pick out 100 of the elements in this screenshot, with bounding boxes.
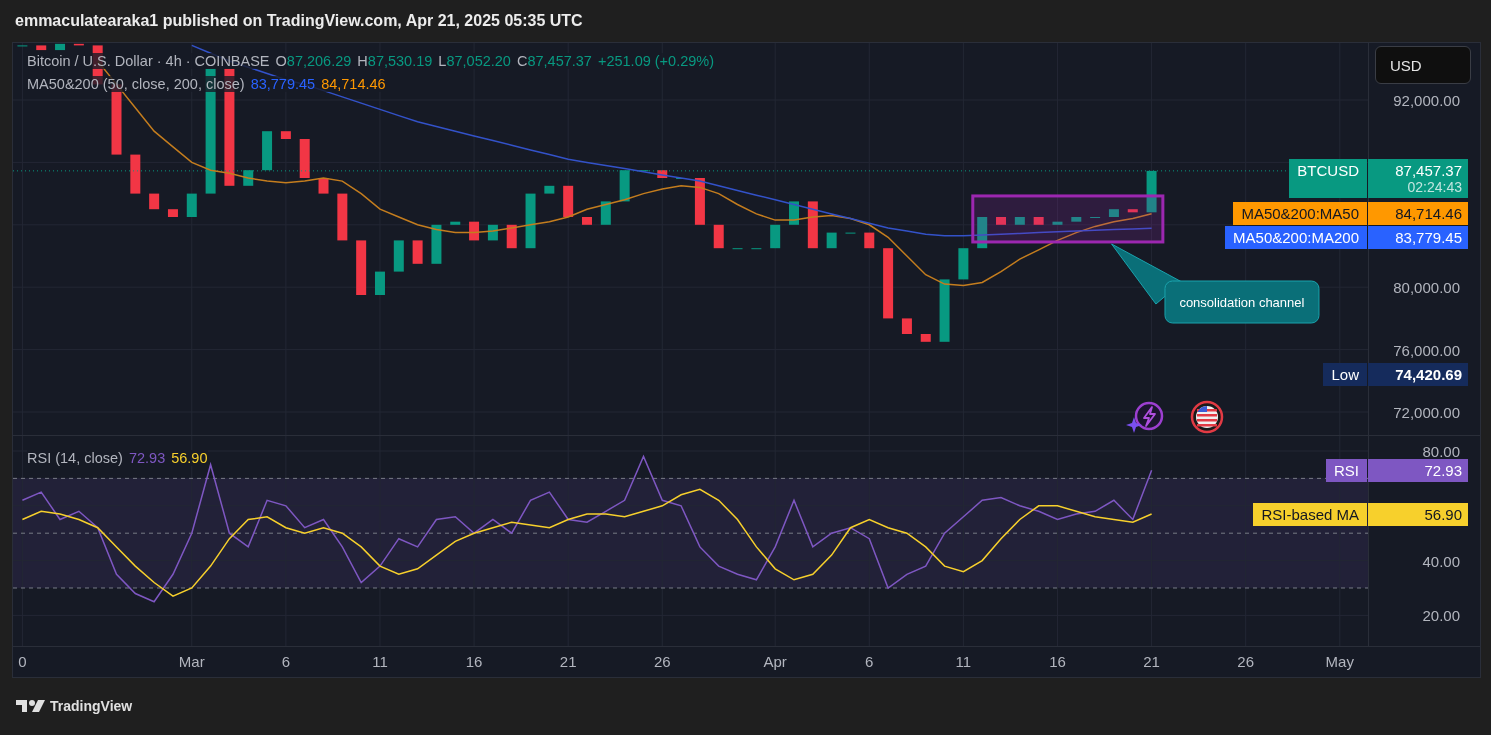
annotation-callout: consolidation channel bbox=[1164, 280, 1320, 324]
date-label: 6 bbox=[281, 653, 291, 670]
price-change: +251.09 (+0.29%) bbox=[597, 53, 715, 69]
candlestick bbox=[939, 279, 950, 342]
candlestick bbox=[337, 193, 348, 241]
currency-button[interactable]: USD bbox=[1375, 46, 1471, 84]
price-value: 72.93 bbox=[1424, 461, 1462, 479]
candlestick bbox=[901, 318, 912, 334]
axis-label: 76,000.00 bbox=[1393, 341, 1460, 359]
candlestick bbox=[393, 240, 404, 272]
candlestick bbox=[431, 224, 442, 264]
date-label: 26 bbox=[1237, 653, 1254, 670]
candlestick bbox=[883, 248, 894, 319]
candlestick bbox=[36, 45, 47, 51]
date-label: 16 bbox=[1049, 653, 1066, 670]
candlestick bbox=[469, 221, 480, 241]
axis-label: 40.00 bbox=[1422, 552, 1460, 570]
candlestick bbox=[356, 240, 367, 295]
date-label: 11 bbox=[372, 653, 388, 670]
candlestick bbox=[1052, 221, 1063, 225]
ohlc-value: 87,457.37 bbox=[527, 53, 592, 69]
candlestick bbox=[186, 193, 197, 217]
candlestick bbox=[412, 240, 423, 264]
indicator-value: 84,714.46 bbox=[321, 76, 386, 92]
candlestick bbox=[845, 232, 856, 234]
candlestick bbox=[996, 217, 1006, 225]
candlestick bbox=[1090, 217, 1101, 218]
candlestick bbox=[506, 224, 517, 249]
countdown-timer: 02:24:43 bbox=[1407, 178, 1462, 195]
candlestick bbox=[55, 43, 66, 51]
candlestick bbox=[17, 45, 28, 47]
candlestick bbox=[977, 217, 988, 249]
date-label: 11 bbox=[955, 653, 972, 670]
price-value: 87,457.37 bbox=[1395, 161, 1462, 179]
date-label: 26 bbox=[653, 653, 671, 670]
candlestick bbox=[1014, 217, 1025, 225]
indicator-value: 56.90 bbox=[171, 450, 208, 466]
candlestick bbox=[694, 178, 705, 225]
indicator-title: RSI (14, close) bbox=[27, 450, 123, 466]
candlestick bbox=[375, 271, 385, 295]
ohlc-label: L bbox=[438, 53, 447, 69]
candlestick bbox=[638, 170, 649, 172]
indicator-title: MA50&200 (50, close, 200, close) bbox=[27, 76, 245, 92]
ohlc-label: C bbox=[516, 53, 528, 69]
candlestick bbox=[958, 248, 969, 280]
candlestick bbox=[280, 131, 291, 139]
ohlc-value: 87,052.20 bbox=[446, 53, 511, 69]
candlestick bbox=[1127, 209, 1138, 213]
candlestick bbox=[807, 201, 818, 249]
ohlc-value: 87,206.29 bbox=[286, 53, 352, 69]
tag-label: RSI-based MA bbox=[1253, 502, 1367, 526]
candlestick bbox=[544, 185, 555, 194]
candlestick bbox=[713, 224, 724, 249]
candlestick bbox=[130, 154, 141, 194]
candlestick bbox=[657, 170, 668, 178]
date-label: 16 bbox=[465, 653, 483, 670]
price-value: 56.90 bbox=[1424, 505, 1462, 523]
axis-label: 20.00 bbox=[1422, 606, 1460, 624]
candlestick bbox=[563, 185, 574, 217]
candlestick bbox=[525, 193, 536, 249]
ohlc-label: H bbox=[357, 53, 368, 69]
candlestick bbox=[149, 193, 160, 210]
axis-label: 80.00 bbox=[1422, 442, 1460, 460]
logo-icon bbox=[16, 698, 46, 714]
candlestick bbox=[864, 232, 875, 249]
candlestick bbox=[450, 221, 461, 225]
date-label: 21 bbox=[559, 653, 577, 670]
candlestick bbox=[619, 170, 630, 202]
candlestick bbox=[826, 232, 837, 249]
candlestick bbox=[732, 248, 743, 250]
candlestick bbox=[770, 224, 781, 249]
candlestick bbox=[1108, 209, 1119, 217]
ohlc-label: O bbox=[275, 53, 287, 69]
date-label: Apr bbox=[763, 653, 787, 670]
candlestick bbox=[1146, 170, 1157, 213]
candlestick bbox=[299, 139, 310, 178]
price-value: 84,714.46 bbox=[1395, 205, 1462, 223]
tag-label: MA50&200:MA200 bbox=[1225, 226, 1367, 250]
price-value: 74,420.69 bbox=[1395, 365, 1462, 383]
candlestick bbox=[318, 178, 329, 194]
candlestick bbox=[487, 224, 498, 241]
candlestick bbox=[751, 248, 762, 250]
candlestick bbox=[582, 217, 592, 225]
symbol-title: Bitcoin / U.S. Dollar · 4h · COINBASE bbox=[27, 53, 270, 69]
date-label: 0 bbox=[18, 653, 27, 670]
candlestick bbox=[73, 43, 84, 46]
axis-label: 80,000.00 bbox=[1393, 278, 1460, 296]
tag-label: Low bbox=[1323, 362, 1367, 386]
tag-label: MA50&200:MA50 bbox=[1233, 202, 1367, 226]
date-label: May bbox=[1325, 653, 1354, 670]
date-label: 6 bbox=[865, 653, 874, 670]
brand-name: TradingView bbox=[50, 698, 133, 714]
candlestick bbox=[789, 201, 799, 225]
price-value: 83,779.45 bbox=[1395, 229, 1462, 247]
candlestick bbox=[600, 201, 611, 225]
tag-label: BTCUSD bbox=[1289, 158, 1367, 198]
ohlc-value: 87,530.19 bbox=[367, 53, 433, 69]
indicator-value: 72.93 bbox=[128, 450, 166, 466]
candlestick bbox=[167, 209, 178, 217]
indicator-value: 83,779.45 bbox=[250, 76, 316, 92]
